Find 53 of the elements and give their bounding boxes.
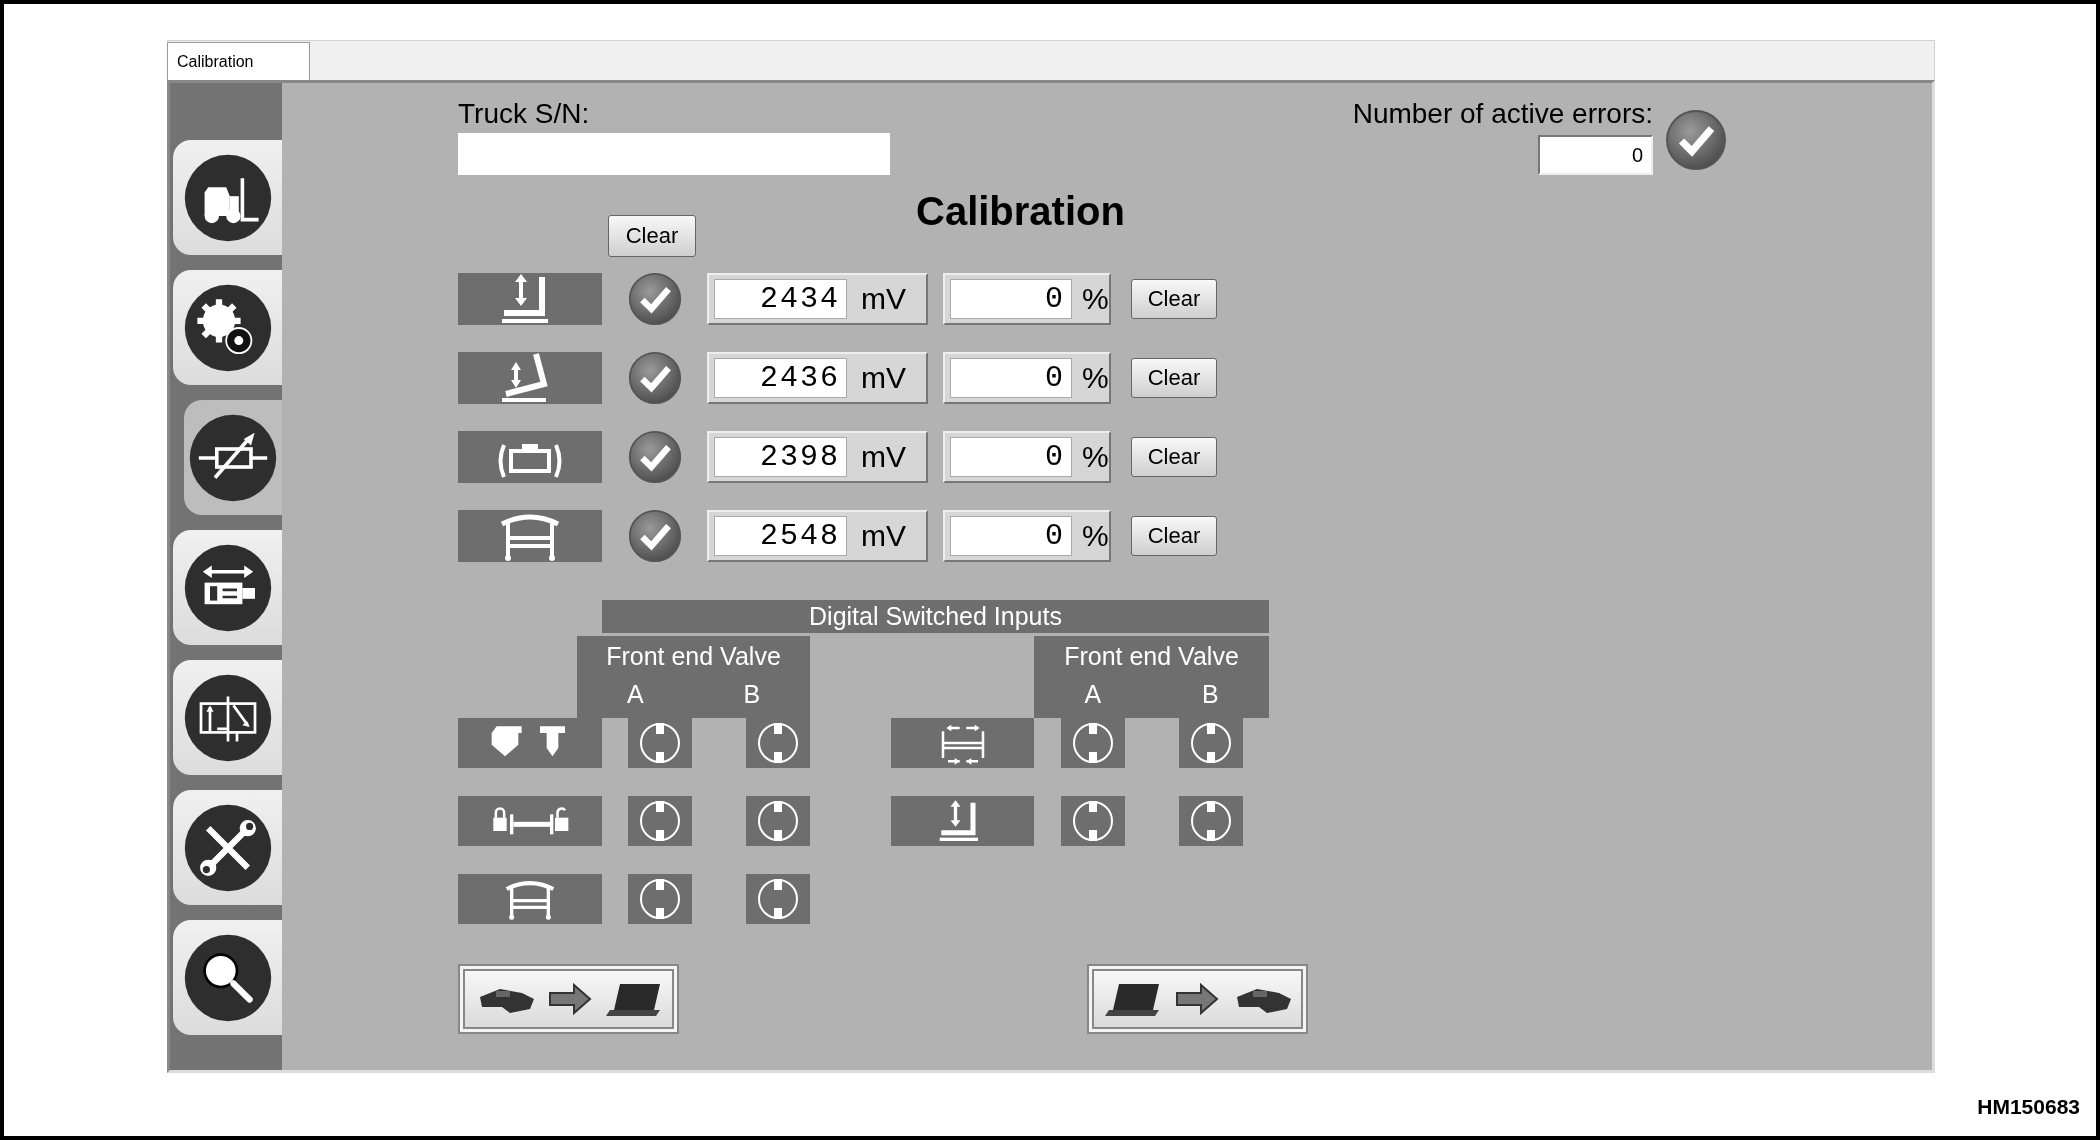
voltage-field: 2436 [714,358,847,398]
clear-button[interactable]: Clear [1131,437,1217,477]
voltage-field: 2398 [714,437,847,477]
transfer-button[interactable] [458,964,679,1034]
voltage-field: 2548 [714,516,847,556]
sidebar-item[interactable] [173,140,282,255]
sidebar-item[interactable] [173,270,282,385]
error-count-field: 0 [1538,135,1653,175]
column-header: B [1200,679,1220,710]
group-header: Front end Valve [1063,641,1240,672]
column-header: B [742,679,762,710]
unit-label: mV [861,282,906,316]
tools-icon [182,802,273,893]
column-header: A [625,679,645,710]
sidebar-item[interactable] [173,660,282,775]
voltage-field: 2434 [714,279,847,319]
clear-button[interactable]: Clear [1131,516,1217,556]
unit-label: % [1082,519,1109,553]
arrow-icon [547,981,592,1017]
sidebar-item[interactable] [173,790,282,905]
tab[interactable]: Calibration [167,42,310,80]
unit-label: % [1082,361,1109,395]
search-icon [182,932,273,1023]
forklift-icon [182,152,273,243]
clear-all-button[interactable]: Clear [608,215,696,257]
arrow-icon [1174,981,1219,1017]
unit-label: mV [861,519,906,553]
page-title: Calibration [916,188,1125,235]
clear-button[interactable]: Clear [1131,279,1217,319]
percent-field: 0 [950,516,1072,556]
percent-field: 0 [950,358,1072,398]
field-label: Number of active errors: [1352,97,1653,131]
section-header: Digital Switched Inputs [602,600,1269,633]
percent-field: 0 [950,437,1072,477]
group-header: Front end Valve [605,641,782,672]
cylinder-arrows-icon [182,542,273,633]
sidebar-item[interactable] [184,400,282,515]
column-header: A [1083,679,1103,710]
serial-number-field[interactable] [458,133,890,175]
transfer-button[interactable] [1087,964,1308,1034]
sidebar-item[interactable] [173,920,282,1035]
unit-label: mV [861,361,906,395]
clear-button[interactable]: Clear [1131,358,1217,398]
field-label: Truck S/N: [458,97,591,131]
figure-label: HM150683 [1977,1095,2080,1119]
valve-diagram-icon [182,672,273,763]
percent-field: 0 [950,279,1072,319]
unit-label: % [1082,440,1109,474]
resistor-icon [188,412,278,503]
sidebar-item[interactable] [173,530,282,645]
gears-icon [182,282,273,373]
unit-label: mV [861,440,906,474]
unit-label: % [1082,282,1109,316]
